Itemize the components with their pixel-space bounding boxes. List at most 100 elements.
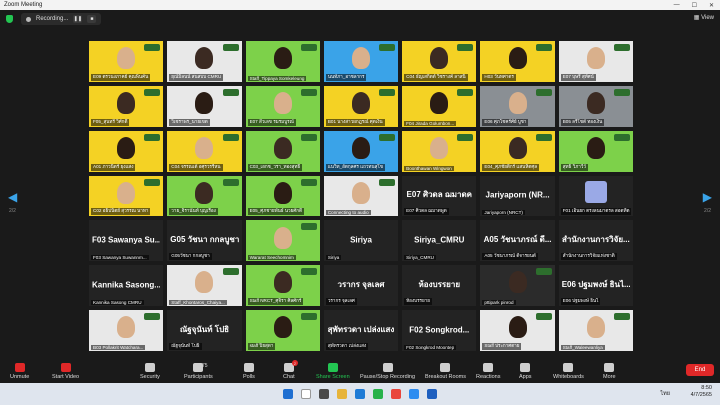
participant-tile[interactable]: F02 Songkrod... F02 Songkrod Moontep (401, 309, 478, 352)
prev-page-button[interactable]: ◀ (8, 190, 17, 204)
start-video-button[interactable]: Start Video (52, 363, 79, 380)
chrome-icon[interactable] (391, 389, 401, 399)
participant-tile[interactable]: Jariyaporn (NR... Jariyaporn (NRCT) (479, 174, 556, 218)
end-meeting-button[interactable]: End (686, 364, 714, 376)
participant-tile[interactable]: B03 Pollakrit Watchara... (88, 309, 165, 352)
participants-button[interactable]: 75 Participants (184, 363, 213, 380)
participant-tile[interactable]: สำนักงานการวิจัย... สำนักงานการวิจัยแห่งช… (557, 219, 634, 263)
line-app-icon[interactable] (373, 389, 383, 399)
participant-display-name: สุพัทรวดา เปล่งแสง (327, 324, 395, 334)
participant-tile[interactable]: สุพัทรวดา เปล่งแสง สุพัทรวดา เปล่งแสง (322, 309, 400, 352)
windows-taskbar (0, 383, 720, 405)
participant-video-feed (508, 271, 527, 294)
store-icon[interactable] (355, 389, 365, 399)
share-screen-button[interactable]: Share Screen (316, 363, 350, 380)
participant-name-label: F04 Jirada Golumbon... (404, 120, 457, 126)
task-view-icon[interactable] (319, 389, 329, 399)
participant-tile[interactable]: Boonthawan Wingwon (401, 129, 478, 173)
participant-name-label: Staff ประกาศตาย (482, 343, 522, 350)
participant-tile[interactable]: ห้องบรรยาย ห้องบรรยาย (401, 264, 478, 308)
participant-name-label: E07 ศิวดล ฌมาดพูด (404, 208, 449, 216)
participant-tile[interactable]: วรากร จุลเลศ วรากร จุลเลศ (322, 264, 400, 308)
stop-recording-button[interactable]: ■ (87, 15, 97, 23)
word-icon[interactable] (427, 389, 437, 399)
participant-tile[interactable]: E09 ตรวนงภาคย์ คุณพ็นคัน (88, 40, 165, 83)
breakout-rooms-button[interactable]: Breakout Rooms (425, 363, 466, 380)
participant-tile[interactable]: H03 วันทศาตร (479, 40, 556, 83)
participant-tile[interactable]: E05_ศุภชายพันธ์ นวยศักดิ์ (244, 174, 321, 218)
participant-tile[interactable]: E07 ศิวดล ฌมาดค E07 ศิวดล ฌมาดพูด (401, 174, 478, 218)
participant-tile[interactable]: E06 ปฐมพงษ์ ธินไ... E06 ปฐมพงษ์ ธินไ (557, 264, 634, 308)
participant-tile[interactable]: ยุณ์มิลนน์ สนสบบ CMRU (166, 40, 243, 83)
recording-button[interactable]: Pause/Stop Recording (360, 363, 415, 380)
participant-tile[interactable]: pttipark pinrod (479, 264, 556, 308)
participant-tile[interactable]: Staff_Tippaya Somkeleung (244, 40, 321, 83)
participant-tile[interactable]: B05 ลรีโชต์ ทองเงิน (557, 84, 634, 128)
apps-label: Apps (519, 374, 532, 380)
more-button[interactable]: More (603, 363, 616, 380)
participant-tile[interactable]: A01 ภาวนิตร์ ยุงแสง (88, 129, 165, 173)
zoom-app-icon[interactable] (409, 389, 419, 399)
participant-tile[interactable]: F01 เอ็นยก ตรงลนมาตรล สอดทีต (557, 174, 634, 218)
participant-tile[interactable]: วิเชราพร_นายเขต (166, 84, 243, 128)
participant-tile[interactable]: Staff ประกาศตาย (479, 309, 556, 352)
reactions-button[interactable]: Reactions (476, 363, 500, 380)
participant-tile[interactable]: E04_ศุภชัยติกร์ แสนหิตศุล (479, 129, 556, 173)
participant-tile[interactable]: ณัฐจุนันท์ โปธิ ณัฐจุนันท์ โปธิ (166, 309, 243, 352)
participant-tile[interactable]: Siriya Siriya (322, 219, 400, 263)
encryption-shield-icon[interactable] (6, 15, 13, 23)
participant-tile[interactable]: E07 บุษรี สุทัศน์ (557, 40, 634, 83)
participant-tile[interactable]: staff ปิยสุดา (244, 309, 321, 352)
participant-tile[interactable]: Connecting to audio (322, 174, 400, 218)
participant-name-label: C03_เอกช_วรา_ทองสุทธิ์ (247, 163, 303, 171)
next-page-button[interactable]: ▶ (703, 190, 712, 204)
participant-tile[interactable]: C04 จรรณเต้ อศุรวรรีหน (166, 129, 243, 173)
participant-tile[interactable]: F04 Jirada Golumbon... (401, 84, 478, 128)
view-button[interactable]: ▦ View (694, 14, 714, 21)
participant-tile[interactable]: วาย_จิรานันท์ บุญเรือง (166, 174, 243, 218)
participant-tile[interactable]: E07 สีวเลข รมรมบูรณ์ (244, 84, 321, 128)
participant-tile[interactable]: B01 นางสาวผกฎรณ์ ศุตเงิน (322, 84, 400, 128)
chat-button[interactable]: 2 Chat (283, 360, 298, 380)
whiteboards-button[interactable]: Whiteboards (553, 363, 584, 380)
security-button[interactable]: Security (140, 363, 160, 380)
participant-tile[interactable]: C04 ธัญเสกิตต์ วิชรางค์ ลาสนิ (401, 40, 478, 83)
participant-tile[interactable]: C02 อธิปนิตย์ สุวรรณ นาทา (88, 174, 165, 218)
apps-button[interactable]: Apps (519, 363, 532, 380)
maximize-icon[interactable]: ☐ (692, 2, 697, 9)
search-icon[interactable] (301, 389, 311, 399)
start-menu-icon[interactable] (283, 389, 293, 399)
participant-tile[interactable]: นนท์ภา_อาชลากร (322, 40, 400, 83)
participant-name-label: A01 ภาวนิตร์ ยุงแสง (91, 163, 136, 171)
participant-tile[interactable]: G05 วัชนา กกลบูชา G05วัชนา กกลบูชา (166, 219, 243, 263)
input-language[interactable]: ไทย (660, 390, 670, 398)
polls-button[interactable]: Polls (243, 363, 255, 380)
pause-recording-button[interactable]: ❚❚ (73, 15, 83, 23)
unmute-button[interactable]: Unmute (10, 363, 29, 380)
participant-tile[interactable]: C03_เอกช_วรา_ทองสุทธิ์ (244, 129, 321, 173)
participant-name-label: E06 ปฐมพงษ์ ธินไ (560, 298, 601, 306)
participant-tile[interactable]: Siriya_CMRU Siriya_CMRU (401, 219, 478, 263)
participant-tile[interactable]: Wararat Seechomnim (244, 219, 321, 263)
polls-icon (243, 363, 254, 372)
participant-tile[interactable]: Staff NRCT_ศุจิรา ศิลศักร์ (244, 264, 321, 308)
participant-video-feed (117, 136, 136, 159)
participant-tile[interactable]: A05 วัชนาภรณ์ ดี... A05 วัชนาภรณ์ ดีจารยน… (479, 219, 556, 263)
participant-tile[interactable]: F05_สุนทรี วิศักดิ์ (88, 84, 165, 128)
file-explorer-icon[interactable] (337, 389, 347, 399)
participant-tile[interactable]: Kannika Sasong... Kannika Sasong CMRU (88, 264, 165, 308)
background-logo-icon (300, 133, 317, 141)
participant-tile[interactable]: F03 Sawanya Su... F03 Sawanya Suwannm... (88, 219, 165, 263)
participant-display-name: ณัฐจุนันท์ โปธิ (179, 324, 230, 334)
participant-tile[interactable]: สุทธิ วิภาวีว์ (557, 129, 634, 173)
polls-label: Polls (243, 374, 255, 380)
participant-tile[interactable]: Staff_Khontaros_Chaiya... (166, 264, 243, 308)
participant-video-feed (273, 136, 292, 159)
participant-tile[interactable]: E06 ศุภโชคร์ศัย์ บูชา (479, 84, 556, 128)
participant-tile[interactable]: แนวิท_อัตกุลศร แถวทนสุโข (322, 129, 400, 173)
minimize-icon[interactable]: — (674, 2, 680, 9)
participant-tile[interactable]: Staff_Waleewanliya (557, 309, 634, 352)
system-clock[interactable]: 8:50 4/7/2565 (691, 385, 712, 399)
participant-name-label: A05 วัชนาภรณ์ ดีจารยนต์ (482, 253, 538, 261)
close-icon[interactable]: ✕ (709, 2, 714, 9)
